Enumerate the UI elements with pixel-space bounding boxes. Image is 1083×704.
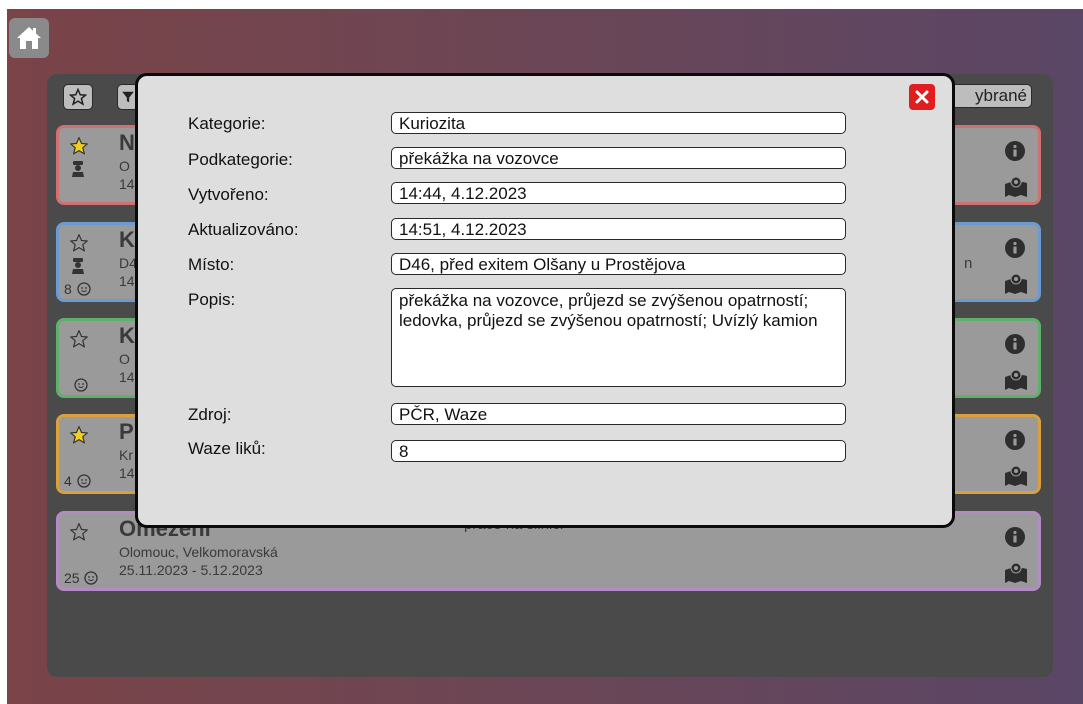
close-icon xyxy=(915,90,929,104)
waze-icon xyxy=(76,474,92,492)
event-subcategory: n xyxy=(964,255,973,272)
event-place: O xyxy=(119,351,130,367)
close-button[interactable] xyxy=(909,84,935,110)
source-field: PČR, Waze xyxy=(391,403,846,425)
info-icon[interactable] xyxy=(1004,237,1026,264)
info-icon[interactable] xyxy=(1004,526,1026,553)
waze-likes-count: 25 xyxy=(64,570,99,589)
map-icon[interactable] xyxy=(1004,465,1028,492)
event-place: Kr xyxy=(119,447,133,463)
event-title: P xyxy=(119,419,134,444)
map-icon[interactable] xyxy=(1004,562,1028,589)
home-button[interactable] xyxy=(9,18,49,58)
category-label: Kategorie: xyxy=(188,114,266,133)
waze-icon xyxy=(76,282,92,300)
info-icon[interactable] xyxy=(1004,333,1026,360)
event-dates: 25.11.2023 - 5.12.2023 xyxy=(119,562,263,578)
event-place: O xyxy=(119,158,130,174)
event-dates: 14 xyxy=(119,273,135,289)
category-field: Kuriozita xyxy=(391,112,846,134)
map-icon[interactable] xyxy=(1004,176,1028,203)
source-label: Zdroj: xyxy=(188,405,232,424)
event-dates: 14 xyxy=(119,369,135,385)
subcategory-label: Podkategorie: xyxy=(188,150,293,169)
waze-icon xyxy=(83,571,99,589)
favorite-star-icon[interactable] xyxy=(69,522,89,547)
info-icon[interactable] xyxy=(1004,429,1026,456)
subcategory-field: překážka na vozovce xyxy=(391,147,846,169)
map-icon[interactable] xyxy=(1004,369,1028,396)
favorite-star-icon[interactable] xyxy=(69,425,89,450)
location-field: D46, před exitem Olšany u Prostějova xyxy=(391,253,846,275)
updated-label: Aktualizováno: xyxy=(188,220,299,239)
favorites-filter-button[interactable] xyxy=(63,84,93,110)
location-label: Místo: xyxy=(188,255,235,274)
event-title: K xyxy=(119,227,135,252)
info-icon[interactable] xyxy=(1004,140,1026,167)
event-title: N xyxy=(119,130,135,155)
filter-icon xyxy=(122,91,134,103)
police-icon xyxy=(70,160,86,183)
waze-likes-field: 8 xyxy=(391,440,846,462)
favorite-star-icon[interactable] xyxy=(69,329,89,354)
event-title: K xyxy=(119,323,135,348)
police-icon xyxy=(70,257,86,280)
updated-field: 14:51, 4.12.2023 xyxy=(391,218,846,240)
favorite-star-icon[interactable] xyxy=(69,233,89,258)
selected-filter-button[interactable]: ybrané xyxy=(950,84,1032,108)
home-icon xyxy=(17,27,41,49)
waze-likes-count: 8 xyxy=(64,281,92,300)
description-field: překážka na vozovce, průjezd se zvýšenou… xyxy=(391,288,846,387)
event-dates: 14 xyxy=(119,465,135,481)
created-label: Vytvořeno: xyxy=(188,185,269,204)
waze-likes-label: Waze liků: xyxy=(188,439,266,458)
star-icon xyxy=(69,88,87,106)
waze-likes-count: 4 xyxy=(64,473,92,492)
event-dates: 14 xyxy=(119,176,135,192)
event-place: Olomouc, Velkomoravská xyxy=(119,544,278,560)
waze-icon xyxy=(73,377,89,396)
description-label: Popis: xyxy=(188,290,236,309)
map-icon[interactable] xyxy=(1004,273,1028,300)
created-field: 14:44, 4.12.2023 xyxy=(391,182,846,204)
favorite-star-icon[interactable] xyxy=(69,136,89,161)
